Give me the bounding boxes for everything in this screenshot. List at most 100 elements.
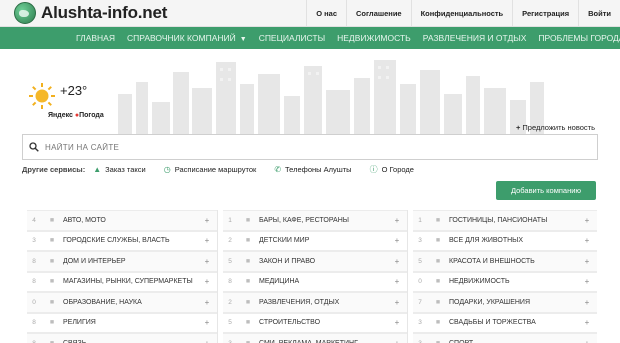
- menu-directory[interactable]: СПРАВОЧНИК КОМПАНИЙ ▼: [121, 27, 253, 49]
- category-count: 7: [418, 298, 422, 306]
- category-count: 4: [32, 216, 36, 224]
- add-company-button[interactable]: Добавить компанию: [496, 181, 596, 200]
- catalog-column-2: 1 ■ БАРЫ, КАФЕ, РЕСТОРАНЫ +2 ■ ДЕТСКИЙ МИР +5 ■…: [217, 210, 407, 343]
- taxi-icon: ▲: [93, 164, 102, 174]
- category-label: КРАСОТА И ВНЕШНОСТЬ: [449, 257, 535, 265]
- sun-icon: [29, 83, 55, 109]
- expand-plus-icon[interactable]: +: [197, 318, 217, 327]
- catalog-row[interactable]: 2 ■ ДЕТСКИЙ МИР +: [223, 230, 407, 251]
- catalog-row[interactable]: 5 ■ СТРОИТЕЛЬСТВО +: [223, 312, 407, 333]
- nav-about-link[interactable]: О нас: [306, 0, 346, 27]
- plus-icon: +: [516, 123, 521, 132]
- catalog-row[interactable]: 8 ■ РЕЛИГИЯ +: [27, 312, 217, 333]
- category-count: 1: [418, 216, 422, 224]
- category-label: ВСЕ ДЛЯ ЖИВОТНЫХ: [449, 237, 524, 245]
- category-count: 3: [418, 237, 422, 245]
- category-icon: ■: [49, 298, 55, 306]
- catalog-row[interactable]: 2 ■ РАЗВЛЕЧЕНИЯ, ОТДЫХ +: [223, 292, 407, 313]
- expand-plus-icon[interactable]: +: [577, 257, 597, 266]
- category-icon: ■: [49, 257, 55, 265]
- menu-city-problems[interactable]: ПРОБЛЕМЫ ГОРОДА: [532, 27, 620, 49]
- provider-suffix: Погода: [79, 112, 104, 119]
- weather-widget[interactable]: +23° Яндекс ●Погода: [28, 78, 138, 124]
- category-icon: ■: [435, 257, 441, 265]
- catalog-row[interactable]: 7 ■ ПОДАРКИ, УКРАШЕНИЯ +: [413, 292, 597, 313]
- expand-plus-icon[interactable]: +: [577, 298, 597, 307]
- expand-plus-icon[interactable]: +: [197, 277, 217, 286]
- service-taxi-link[interactable]: ▲ Заказ такси: [93, 165, 146, 174]
- category-count: 0: [418, 278, 422, 286]
- globe-icon: [14, 2, 36, 24]
- nav-register-link[interactable]: Регистрация: [512, 0, 578, 27]
- category-label: АВТО, МОТО: [63, 216, 106, 224]
- category-label: НЕДВИЖИМОСТЬ: [449, 278, 510, 286]
- category-count: 8: [228, 278, 232, 286]
- category-label: МАГАЗИНЫ, РЫНКИ, СУПЕРМАРКЕТЫ: [63, 278, 193, 286]
- catalog-row[interactable]: 8 ■ МАГАЗИНЫ, РЫНКИ, СУПЕРМАРКЕТЫ +: [27, 271, 217, 292]
- category-icon: ■: [245, 298, 251, 306]
- category-label: СВАДЬБЫ И ТОРЖЕСТВА: [449, 319, 536, 327]
- temperature-value: +23°: [60, 83, 88, 98]
- expand-plus-icon[interactable]: +: [387, 318, 407, 327]
- catalog-row[interactable]: 1 ■ ГОСТИНИЦЫ, ПАНСИОНАТЫ +: [413, 210, 597, 231]
- other-services: Другие сервисы: ▲ Заказ такси ◷ Расписание…: [22, 163, 432, 175]
- category-count: 5: [228, 319, 232, 327]
- menu-entertainment[interactable]: РАЗВЛЕЧЕНИЯ И ОТДЫХ: [417, 27, 533, 49]
- catalog-row[interactable]: 3 ■ ВСЕ ДЛЯ ЖИВОТНЫХ +: [413, 230, 597, 251]
- service-taxi-label: Заказ такси: [105, 164, 146, 174]
- category-count: 0: [32, 298, 36, 306]
- category-label: ПОДАРКИ, УКРАШЕНИЯ: [449, 298, 531, 306]
- expand-plus-icon[interactable]: +: [577, 318, 597, 327]
- menu-home[interactable]: ГЛАВНАЯ: [70, 27, 121, 49]
- catalog-row[interactable]: 8■СВЯЗЬ+: [27, 333, 217, 343]
- catalog-row[interactable]: 5 ■ ЗАКОН И ПРАВО +: [223, 251, 407, 272]
- expand-plus-icon[interactable]: +: [197, 236, 217, 245]
- nav-privacy-link[interactable]: Конфиденциальность: [410, 0, 513, 27]
- expand-plus-icon[interactable]: +: [387, 236, 407, 245]
- service-phones-link[interactable]: ✆ Телефоны Алушты: [274, 165, 351, 174]
- catalog-row[interactable]: 1 ■ БАРЫ, КАФЕ, РЕСТОРАНЫ +: [223, 210, 407, 231]
- catalog-row[interactable]: 5 ■ КРАСОТА И ВНЕШНОСТЬ +: [413, 251, 597, 272]
- expand-plus-icon[interactable]: +: [387, 339, 407, 343]
- catalog-row[interactable]: 8 ■ ДОМ И ИНТЕРЬЕР +: [27, 251, 217, 272]
- search-icon[interactable]: [29, 142, 39, 152]
- catalog-row[interactable]: 3 ■ СВАДЬБЫ И ТОРЖЕСТВА +: [413, 312, 597, 333]
- menu-realty[interactable]: НЕДВИЖИМОСТЬ: [331, 27, 417, 49]
- suggest-news-link[interactable]: + Предложить новость: [516, 123, 595, 132]
- services-label: Другие сервисы:: [22, 164, 86, 174]
- expand-plus-icon[interactable]: +: [197, 257, 217, 266]
- expand-plus-icon[interactable]: +: [387, 298, 407, 307]
- expand-plus-icon[interactable]: +: [197, 298, 217, 307]
- expand-plus-icon[interactable]: +: [577, 277, 597, 286]
- category-icon: ■: [435, 278, 441, 286]
- service-schedule-link[interactable]: ◷ Расписание маршруток: [164, 165, 257, 174]
- catalog-row[interactable]: 0 ■ ОБРАЗОВАНИЕ, НАУКА +: [27, 292, 217, 313]
- catalog-column-3: 1 ■ ГОСТИНИЦЫ, ПАНСИОНАТЫ +3 ■ ВСЕ ДЛЯ ЖИВОТН…: [407, 210, 597, 343]
- catalog-row[interactable]: 4 ■ АВТО, МОТО +: [27, 210, 217, 231]
- expand-plus-icon[interactable]: +: [197, 216, 217, 225]
- search-input[interactable]: [45, 142, 597, 152]
- catalog-row[interactable]: 8 ■ МЕДИЦИНА +: [223, 271, 407, 292]
- nav-agreement-link[interactable]: Соглашение: [346, 0, 411, 27]
- category-icon: ■: [435, 237, 441, 245]
- expand-plus-icon[interactable]: +: [387, 257, 407, 266]
- category-label: ГОСТИНИЦЫ, ПАНСИОНАТЫ: [449, 216, 548, 224]
- catalog-row[interactable]: 3■СМИ, РЕКЛАМА, МАРКЕТИНГ+: [223, 333, 407, 343]
- expand-plus-icon[interactable]: +: [577, 236, 597, 245]
- expand-plus-icon[interactable]: +: [387, 216, 407, 225]
- expand-plus-icon[interactable]: +: [387, 277, 407, 286]
- category-icon: ■: [245, 319, 251, 327]
- nav-login-link[interactable]: Войти: [578, 0, 620, 27]
- service-phones-label: Телефоны Алушты: [285, 164, 352, 174]
- catalog-row[interactable]: 3■СПОРТ+: [413, 333, 597, 343]
- expand-plus-icon[interactable]: +: [577, 339, 597, 343]
- service-about-city-link[interactable]: ⓘ О Городе: [370, 164, 414, 175]
- expand-plus-icon[interactable]: +: [197, 339, 217, 343]
- category-icon: ■: [435, 216, 441, 224]
- expand-plus-icon[interactable]: +: [577, 216, 597, 225]
- catalog-row[interactable]: 0 ■ НЕДВИЖИМОСТЬ +: [413, 271, 597, 292]
- category-count: 5: [228, 257, 232, 265]
- catalog-row[interactable]: 3 ■ ГОРОДСКИЕ СЛУЖБЫ, ВЛАСТЬ +: [27, 230, 217, 251]
- menu-specialists[interactable]: СПЕЦИАЛИСТЫ: [253, 27, 331, 49]
- site-logo[interactable]: Alushta-info.net: [14, 2, 167, 24]
